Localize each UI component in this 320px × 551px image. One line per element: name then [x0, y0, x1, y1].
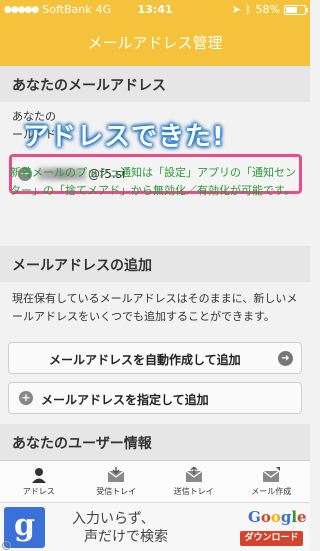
inbox-icon	[107, 467, 125, 482]
nav-title: メールアドレス管理	[0, 20, 310, 66]
google-search-app-icon: g	[4, 507, 45, 548]
push-note: 新着メールのプッシュ通知は「設定」アプリの「通知センター」の「捨てメアド」から無…	[10, 166, 296, 197]
tab-label: メール作成	[251, 487, 292, 496]
section-title-user-info: あなたのユーザー情報	[0, 424, 310, 460]
specify-address-label: メールアドレスを指定して追加	[41, 393, 209, 407]
ad-info-icon[interactable]: i	[2, 541, 11, 550]
status-right: ➤ ᛒ 58%	[231, 3, 308, 16]
battery-label: 58%	[255, 3, 280, 16]
bluetooth-icon: ᛒ	[244, 3, 252, 16]
tab-outbox[interactable]: 送信トレイ	[155, 461, 233, 502]
outbox-icon	[185, 467, 203, 482]
ad-line-1: 入力いらず、	[72, 511, 155, 527]
tab-label: 受信トレイ	[96, 487, 137, 496]
ad-banner[interactable]: g 入力いらず、 声だけで検索 Google ダウンロード i	[0, 502, 310, 551]
section-title-add-address: メールアドレスの追加	[0, 246, 310, 282]
section-title-my-address: あなたのメールアドレス	[0, 66, 310, 102]
google-brand: Google	[248, 508, 307, 526]
ad-copy: 入力いらず、 声だけで検索	[72, 510, 168, 546]
specify-address-button[interactable]: + メールアドレスを指定して追加	[8, 382, 302, 414]
tab-inbox[interactable]: 受信トレイ	[78, 461, 156, 502]
plus-icon: +	[19, 391, 33, 405]
auto-create-button[interactable]: メールアドレスを自動作成して追加 ➜	[8, 342, 302, 374]
compose-icon	[262, 467, 281, 482]
tab-label: 送信トレイ	[173, 487, 214, 496]
ad-line-2: 声だけで検索	[84, 529, 168, 545]
location-icon: ➤	[231, 3, 241, 16]
tab-compose[interactable]: メール作成	[233, 461, 311, 502]
add-address-desc: 現在保有しているメールアドレスはそのままに、新しいメールアドレスをいくつでも追加…	[12, 292, 298, 323]
tab-address[interactable]: アドレス	[0, 461, 78, 502]
person-icon	[31, 468, 46, 483]
callout-text: アドレスできた!	[23, 122, 225, 152]
main-content[interactable]: あなたのメールアドレス あなたの ールアドレ アドレスできた! + @f5.si…	[0, 66, 310, 460]
tab-bar: アドレス 受信トレイ 送信トレイ メール作成	[0, 460, 310, 502]
battery-icon	[284, 4, 308, 15]
download-button[interactable]: ダウンロード	[240, 531, 303, 546]
status-bar: ●●●●● SoftBank 4G 13:41 ➤ ᛒ 58%	[0, 0, 310, 20]
auto-create-label: メールアドレスを自動作成して追加	[49, 353, 241, 367]
arrow-right-icon: ➜	[278, 351, 293, 366]
tab-label: アドレス	[22, 487, 55, 496]
